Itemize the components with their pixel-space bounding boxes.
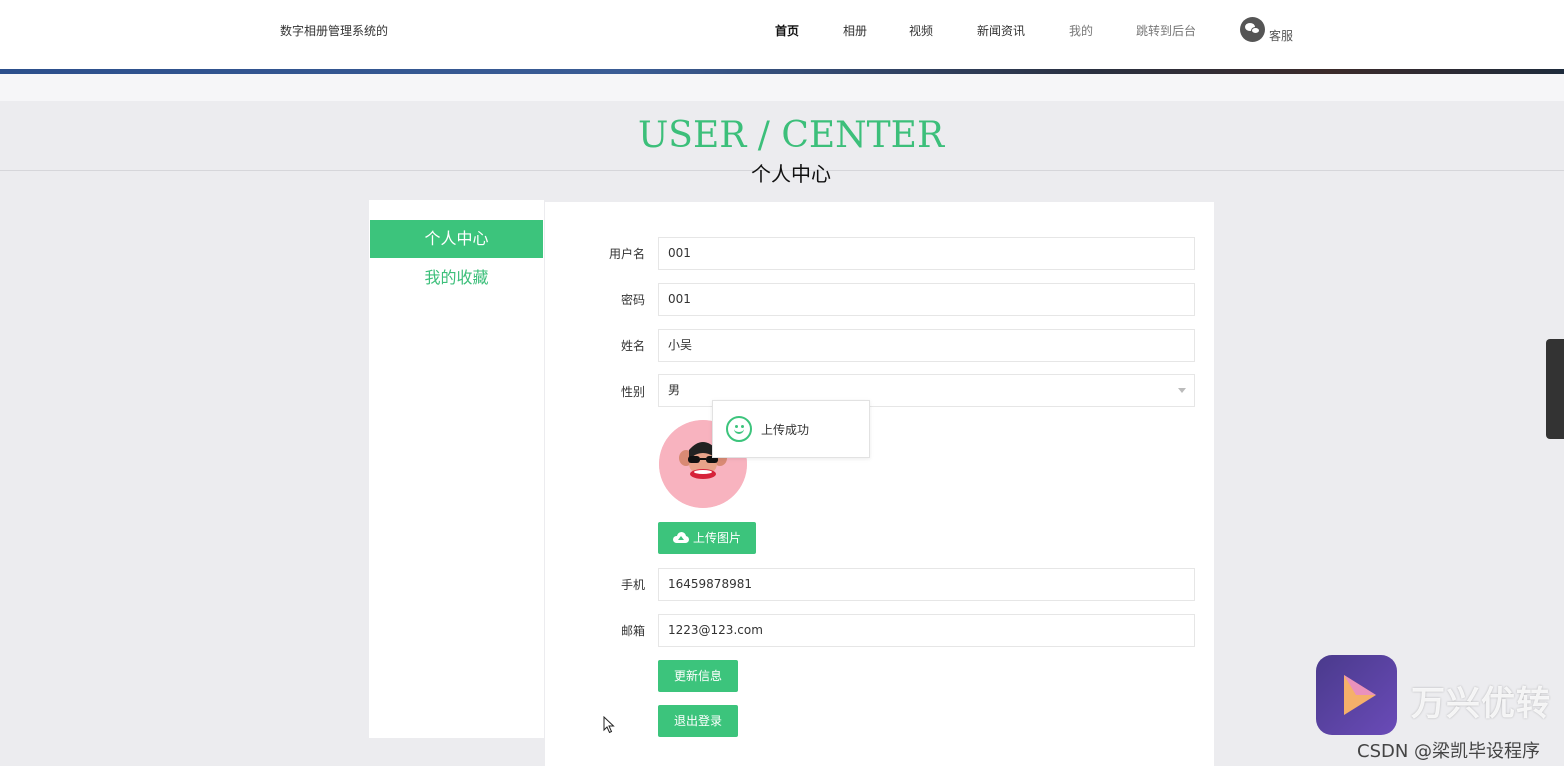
upload-button-label: 上传图片 [692,531,741,545]
password-label: 密码 [620,293,645,307]
name-field[interactable]: 小吴 [658,329,1195,362]
nav-albums[interactable]: 相册 [843,22,867,39]
watermark-logo-icon [1316,655,1397,735]
upload-image-button[interactable]: 上传图片 [658,522,756,554]
site-brand[interactable]: 数字相册管理系统的 [280,22,388,39]
email-field[interactable]: 1223@123.com [658,614,1195,647]
user-sidebar: 个人中心 我的收藏 [369,200,544,738]
phone-label: 手机 [620,578,645,592]
nav-home[interactable]: 首页 [775,22,799,39]
name-label: 姓名 [620,339,645,353]
service-label: 客服 [1269,29,1294,43]
watermark-app-name: 万兴优转 [1411,684,1551,724]
gender-value: 男 [668,383,681,397]
email-label: 邮箱 [620,624,645,638]
side-drawer-handle[interactable] [1546,339,1564,439]
nav-news[interactable]: 新闻资讯 [977,22,1025,39]
chevron-down-icon [1178,388,1186,393]
phone-field[interactable]: 16459878981 [658,568,1195,601]
wechat-icon [1240,17,1265,42]
username-label: 用户名 [608,247,645,261]
sidebar-item-profile[interactable]: 个人中心 [370,220,543,258]
mouse-cursor-icon [603,715,615,738]
nav-admin[interactable]: 跳转到后台 [1136,22,1196,39]
nav-mine[interactable]: 我的 [1069,22,1093,39]
password-field[interactable]: 001 [658,283,1195,316]
page-title-cn: 个人中心 [751,162,831,186]
customer-service[interactable]: 客服 [1240,17,1294,43]
logout-button[interactable]: 退出登录 [658,705,738,737]
banner-fade [0,74,1564,101]
upload-success-toast: 上传成功 [712,400,870,458]
nav-videos[interactable]: 视频 [909,22,933,39]
smile-icon [726,416,752,442]
username-field[interactable]: 001 [658,237,1195,270]
toast-message: 上传成功 [761,422,810,437]
sidebar-item-favorites[interactable]: 我的收藏 [370,259,543,297]
top-navbar: 数字相册管理系统的 首页 相册 视频 新闻资讯 我的 跳转到后台 客服 [0,0,1564,69]
watermark-credit: CSDN @梁凯毕设程序 [1357,741,1541,762]
profile-form-panel: 用户名 001 密码 001 姓名 小吴 性别 男 上传成功 上传图片 手机 1… [545,202,1214,766]
update-info-button[interactable]: 更新信息 [658,660,738,692]
gender-label: 性别 [620,385,645,399]
page-title-en: USER / CENTER [637,115,945,156]
cloud-upload-icon [672,532,689,543]
